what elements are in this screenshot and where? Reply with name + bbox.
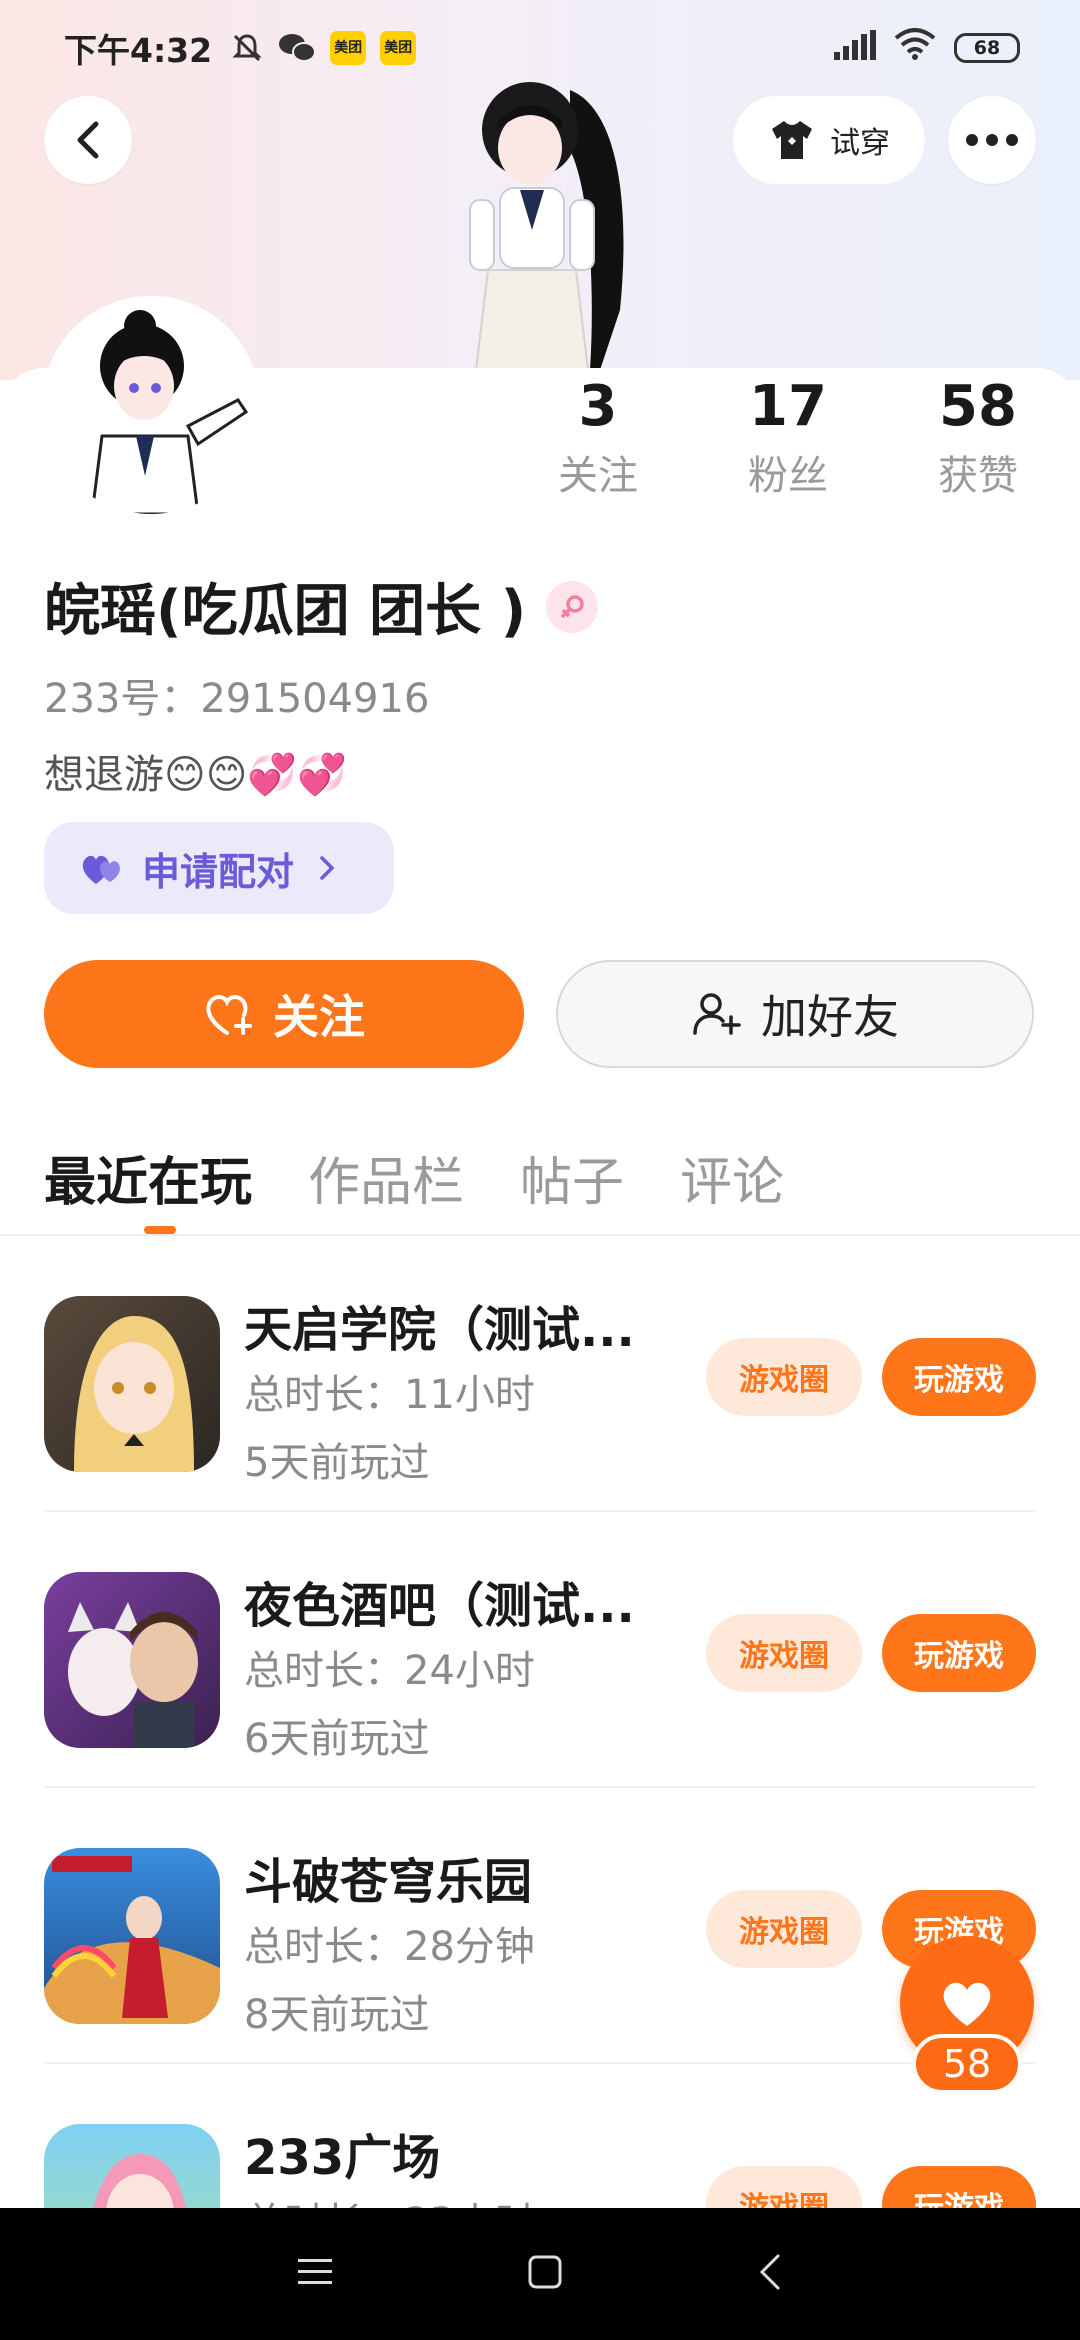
game-name: 斗破苍穹乐园 [244,1854,533,1910]
add-friend-label: 加好友 [761,990,899,1044]
back-triangle-icon[interactable] [758,2254,782,2294]
game-last-played: 8天前玩过 [244,1992,430,2038]
game-list-item[interactable]: 天启学院（测试... 总时长：11小时 5天前玩过 游戏圈 玩游戏 [44,1236,1036,1512]
game-last-played: 6天前玩过 [244,1716,430,1762]
home-square-icon[interactable] [528,2255,562,2293]
profile-stats: 3 关注 17 粉丝 58 获赞 [508,374,1068,501]
character-illustration [469,82,624,371]
try-on-label: 试穿 [830,126,890,161]
play-game-button[interactable]: 玩游戏 [882,1338,1036,1416]
like-count-badge: 58 [912,2034,1022,2094]
game-icon[interactable] [44,1296,220,1472]
tshirt-icon [772,121,812,159]
request-pair-button[interactable]: 申请配对 [44,822,394,914]
profile-name-row: 皖瑶(吃瓜团 团长 ) [44,566,599,647]
game-duration: 总时长：11小时 [244,1372,535,1418]
meituan-app-icon: 美团 [330,31,367,65]
game-name: 天启学院（测试... [244,1302,635,1358]
game-icon[interactable] [44,1572,220,1748]
add-user-icon [693,993,741,1035]
wechat-icon [278,32,317,64]
game-last-played: 5天前玩过 [244,1440,430,1486]
game-circle-button[interactable]: 游戏圈 [706,1338,862,1416]
stat-followers-value: 17 [749,374,827,439]
game-icon[interactable] [44,1848,220,2024]
stat-followers[interactable]: 17 粉丝 [698,374,878,501]
heart-plus-icon [206,995,252,1035]
tab-recently-played[interactable]: 最近在玩 [44,1140,252,1215]
wifi-icon [894,28,936,68]
game-list-item[interactable]: 夜色酒吧（测试... 总时长：24小时 6天前玩过 游戏圈 玩游戏 [44,1512,1036,1788]
add-friend-button[interactable]: 加好友 [556,960,1034,1068]
follow-button[interactable]: 关注 [44,960,524,1068]
heart-icon [943,1982,991,2026]
follow-label: 关注 [273,990,365,1044]
back-button[interactable] [44,96,132,184]
avatar[interactable] [42,296,260,514]
tab-posts[interactable]: 帖子 [520,1140,624,1215]
game-circle-button[interactable]: 游戏圈 [706,1614,862,1692]
game-duration: 总时长：24小时 [244,1648,535,1694]
signal-icon [834,29,876,68]
profile-uid: 233号：291504916 [44,676,430,722]
stat-following[interactable]: 3 关注 [508,374,688,501]
game-name: 夜色酒吧（测试... [244,1578,635,1634]
profile-tabs: 最近在玩 作品栏 帖子 评论 [44,1140,784,1215]
battery-indicator: 68 [954,33,1020,63]
game-list-item[interactable]: 斗破苍穹乐园 总时长：28分钟 8天前玩过 游戏圈 玩游戏 [44,1788,1036,2064]
meituan-app-icon-2: 美团 [380,31,417,65]
menu-icon[interactable] [298,2257,332,2291]
chevron-right-icon [320,856,335,880]
double-heart-icon [82,855,120,884]
stat-likes[interactable]: 58 获赞 [888,374,1068,501]
female-gender-icon [546,580,599,633]
request-pair-label: 申请配对 [142,849,295,894]
status-time: 下午4:32 [64,31,213,70]
stat-followers-label: 粉丝 [748,453,828,499]
avatar-illustration [42,296,260,514]
stat-following-label: 关注 [558,453,638,499]
tab-works[interactable]: 作品栏 [308,1140,464,1215]
status-bar: 下午4:32 美团 美团 68 [0,0,1080,96]
profile-name: 皖瑶(吃瓜团 团长 ) [44,579,527,644]
stat-likes-value: 58 [939,374,1017,439]
system-navigation-bar [0,2208,1080,2340]
game-duration: 总时长：28分钟 [244,1924,535,1970]
stat-likes-label: 获赞 [938,453,1018,499]
play-game-button[interactable]: 玩游戏 [882,1614,1036,1692]
more-dots-icon [966,134,1018,146]
more-options-button[interactable] [948,96,1036,184]
chevron-left-icon [77,121,99,159]
game-circle-button[interactable]: 游戏圈 [706,1890,862,1968]
active-tab-indicator [144,1226,176,1234]
try-on-button[interactable]: 试穿 [733,96,925,184]
mute-bell-icon [230,31,264,65]
stat-following-value: 3 [578,374,618,439]
tab-comments[interactable]: 评论 [680,1140,784,1215]
game-name: 233广场 [244,2130,441,2186]
profile-bio: 想退游😊😊💞💞 [44,752,348,798]
